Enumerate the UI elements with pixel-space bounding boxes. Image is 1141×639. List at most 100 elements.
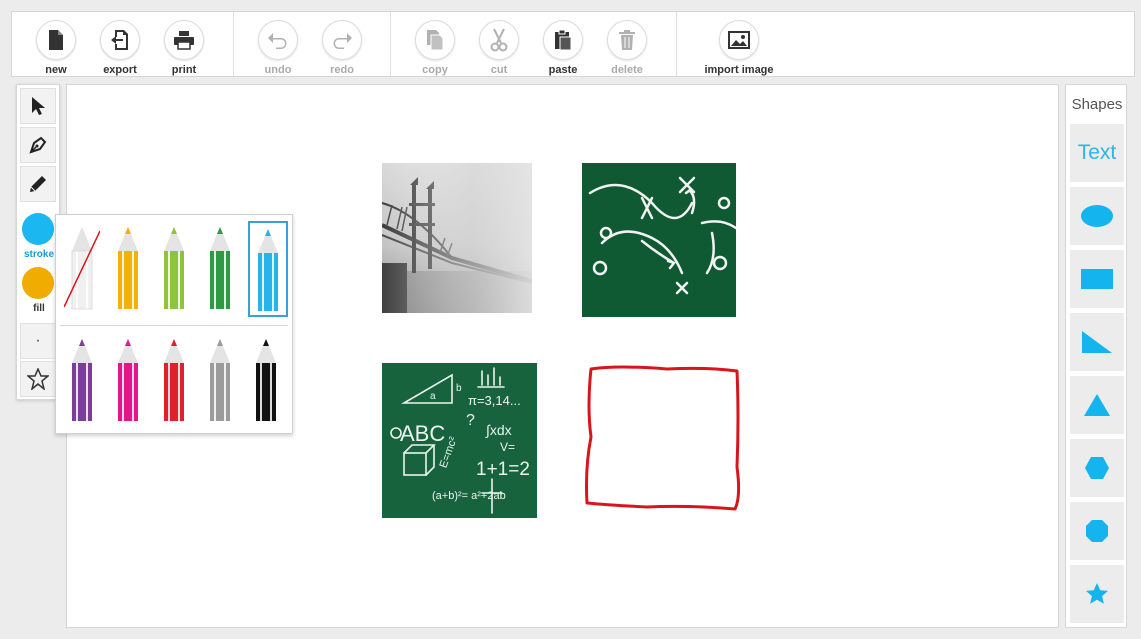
chalk-abc: ABC: [400, 421, 445, 446]
paste-label: paste: [548, 64, 578, 76]
fill-color-swatch[interactable]: [22, 267, 54, 299]
toolbar-separator: [676, 12, 677, 76]
copy-icon: [427, 30, 444, 51]
paste-button[interactable]: paste: [533, 20, 593, 76]
left-toolbox: stroke fill ·: [16, 84, 60, 400]
pencil-none[interactable]: [63, 221, 104, 317]
pencil-purple[interactable]: [64, 333, 104, 429]
chalk-integral: ∫xdx: [485, 422, 512, 438]
pencil-yellow-icon: [118, 227, 138, 309]
printer-icon: [174, 31, 194, 50]
chalk-b: b: [456, 383, 462, 394]
toolbar-separator: [390, 12, 391, 76]
cut-label: cut: [490, 64, 508, 76]
pen-tool-button[interactable]: [20, 127, 56, 163]
pencil-none-icon: [63, 227, 101, 310]
import-image-button[interactable]: import image: [694, 20, 784, 76]
toolbar-separator: [233, 12, 234, 76]
shapes-title: Shapes: [1071, 96, 1123, 113]
paste-icon: [555, 29, 572, 51]
chalkboard-tactics-photo[interactable]: [582, 163, 736, 317]
chalk-question: ?: [466, 412, 475, 429]
pencil-green-icon: [164, 227, 184, 309]
delete-button[interactable]: delete: [597, 20, 657, 76]
chalk-pi: π=3,14...: [468, 393, 521, 408]
undo-label: undo: [264, 64, 292, 76]
star-icon: [1086, 583, 1108, 604]
right-triangle-icon: [1082, 331, 1112, 353]
pencil-blue[interactable]: [248, 221, 288, 317]
select-tool-button[interactable]: [20, 88, 56, 124]
hexagon-icon: [1085, 457, 1109, 479]
line-width-button[interactable]: ·: [20, 323, 56, 359]
ellipse-shape-button[interactable]: [1070, 187, 1124, 245]
undo-icon: [268, 33, 287, 49]
scissors-icon: [490, 28, 508, 52]
bridge-image: [382, 163, 532, 313]
bridge-photo[interactable]: [382, 163, 532, 313]
math-chalkboard-photo[interactable]: a b π=3,14... ABC ? ∫xdx V= E=mc² 1+1=2 …: [382, 363, 537, 518]
chalk-a: a: [430, 391, 436, 402]
redo-button[interactable]: redo: [312, 20, 372, 76]
pencil-blue-icon: [258, 229, 278, 311]
hexagon-shape-button[interactable]: [1070, 439, 1124, 497]
new-file-icon: [49, 30, 63, 50]
chalk-binomial: (a+b)²= a²+2ab: [432, 490, 506, 502]
pencil-pink-icon: [118, 339, 138, 421]
redo-label: redo: [330, 64, 354, 76]
pencil-icon: [30, 176, 46, 192]
image-icon: [728, 31, 750, 49]
toolbar: new export print undo redo copy cut past…: [11, 11, 1135, 77]
stroke-color-swatch[interactable]: [22, 213, 54, 245]
print-label: print: [171, 64, 197, 76]
star-shape-button[interactable]: [1070, 565, 1124, 623]
cut-button[interactable]: cut: [469, 20, 529, 76]
octagon-shape-button[interactable]: [1070, 502, 1124, 560]
pencil-dark-green-icon: [210, 227, 230, 309]
palette-divider: [60, 325, 288, 326]
right-triangle-shape-button[interactable]: [1070, 313, 1124, 371]
tactics-image: [582, 163, 736, 317]
import-image-label: import image: [704, 64, 774, 76]
chalk-sum: 1+1=2: [476, 459, 530, 480]
delete-label: delete: [611, 64, 643, 76]
pencil-color-palette: [55, 214, 293, 434]
export-button[interactable]: export: [90, 20, 150, 76]
print-button[interactable]: print: [154, 20, 214, 76]
new-label: new: [45, 64, 67, 76]
star-outline-icon: [27, 368, 49, 390]
pencil-purple-icon: [72, 339, 92, 421]
pencil-pink[interactable]: [110, 333, 150, 429]
export-label: export: [103, 64, 137, 76]
pencil-yellow[interactable]: [110, 221, 150, 317]
stamp-shape-button[interactable]: [20, 361, 56, 397]
pencil-red-icon: [164, 339, 184, 421]
trash-icon: [619, 30, 635, 50]
octagon-icon: [1086, 520, 1108, 542]
math-image: a b π=3,14... ABC ? ∫xdx V= E=mc² 1+1=2 …: [382, 363, 537, 518]
shapes-panel: Shapes Text: [1065, 84, 1127, 628]
export-icon: [111, 30, 128, 50]
copy-label: copy: [422, 64, 448, 76]
pencil-gray[interactable]: [202, 333, 242, 429]
pencil-gray-icon: [210, 339, 230, 421]
chalk-v: V=: [500, 440, 515, 454]
rectangle-shape-button[interactable]: [1070, 250, 1124, 308]
new-button[interactable]: new: [26, 20, 86, 76]
pencil-red[interactable]: [156, 333, 196, 429]
text-tool-button[interactable]: Text: [1070, 124, 1124, 182]
pencil-tool-button[interactable]: [20, 166, 56, 202]
copy-button[interactable]: copy: [405, 20, 465, 76]
undo-button[interactable]: undo: [248, 20, 308, 76]
pencil-black-icon: [256, 339, 276, 421]
rectangle-icon: [1081, 269, 1113, 289]
line-width-dot: ·: [35, 332, 41, 349]
pointer-arrow-icon: [32, 97, 45, 115]
triangle-shape-button[interactable]: [1070, 376, 1124, 434]
pencil-dark-green[interactable]: [202, 221, 242, 317]
freehand-red-stroke[interactable]: [577, 357, 747, 517]
pencil-green[interactable]: [156, 221, 196, 317]
pencil-black[interactable]: [248, 333, 288, 429]
redo-icon: [333, 33, 352, 49]
ellipse-icon: [1081, 205, 1113, 227]
